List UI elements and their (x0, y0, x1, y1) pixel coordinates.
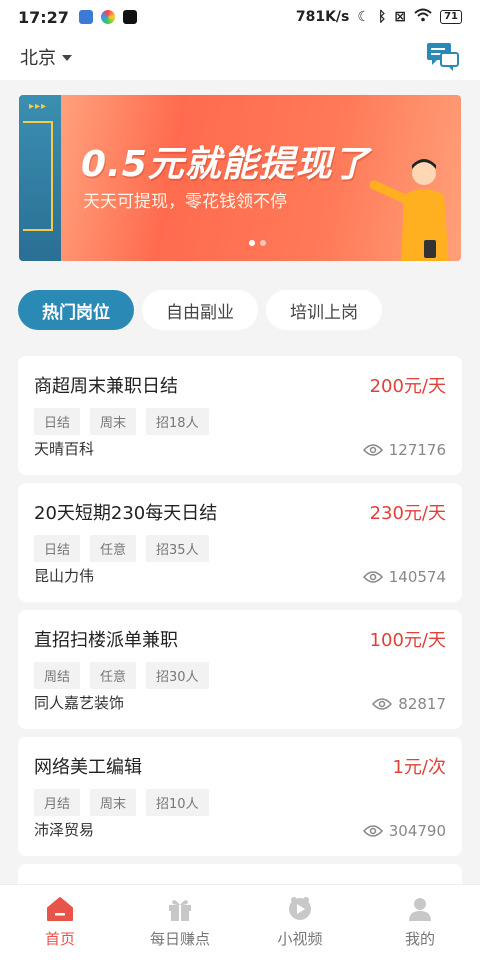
job-tags: 日结 任意 招35人 (34, 535, 446, 562)
category-tabs: 热门岗位 自由副业 培训上岗 (18, 290, 382, 330)
job-views: 304790 (362, 822, 446, 840)
view-count: 127176 (388, 441, 446, 459)
job-company: 沛泽贸易 (34, 821, 95, 839)
job-company: 同人嘉艺装饰 (34, 694, 125, 712)
job-tags: 月结 周末 招10人 (34, 789, 446, 816)
nav-label: 每日赚点 (149, 930, 210, 948)
nav-short-video[interactable]: 小视频 (240, 885, 360, 960)
city-selector[interactable]: 北京 (20, 44, 72, 70)
view-count: 140574 (388, 568, 446, 586)
tab-freelance[interactable]: 自由副业 (142, 290, 258, 330)
tab-training[interactable]: 培训上岗 (266, 290, 382, 330)
job-card[interactable]: 20天短期230每天日结 230元/天 日结 任意 招35人 昆山力伟 1405… (18, 483, 462, 602)
job-pay: 100元/天 (369, 630, 446, 651)
job-title: 网络美工编辑 (34, 757, 142, 778)
banner-pagination (249, 240, 266, 246)
job-views: 127176 (362, 441, 446, 459)
nav-home[interactable]: 首页 (0, 885, 120, 960)
job-company: 天晴百科 (34, 440, 95, 458)
person-illustration-icon (369, 159, 449, 261)
job-list: 商超周末兼职日结 200元/天 日结 周末 招18人 天晴百科 127176 2… (18, 356, 462, 902)
video-icon (289, 897, 311, 920)
nav-profile[interactable]: 我的 (360, 885, 480, 960)
job-tags: 周结 任意 招30人 (34, 662, 446, 689)
nav-daily-earn[interactable]: 每日赚点 (120, 885, 240, 960)
message-icon[interactable] (426, 41, 460, 73)
wifi-icon (414, 8, 432, 26)
user-icon (409, 898, 431, 921)
view-count: 304790 (388, 822, 446, 840)
eye-icon (362, 825, 383, 837)
pagination-dot[interactable] (249, 240, 255, 246)
nav-label: 首页 (44, 930, 75, 948)
city-label: 北京 (20, 48, 56, 69)
job-tag: 月结 (34, 789, 81, 816)
status-bar: 17:27 781K/s ☾ ᛒ ⊠ 71 (0, 0, 480, 34)
banner-title: 0.5元就能提现了 (81, 144, 370, 185)
job-tag: 任意 (90, 662, 137, 689)
gift-icon (169, 900, 191, 921)
arrows-icon: ▸▸▸ (29, 101, 48, 112)
tab-hot-jobs[interactable]: 热门岗位 (18, 290, 134, 330)
moon-icon: ☾ (357, 9, 370, 25)
banner-frame (23, 121, 53, 231)
banner-prev-slide: ▸▸▸ (19, 95, 61, 261)
job-views: 82817 (372, 695, 446, 713)
eye-icon (362, 571, 383, 583)
job-tag: 招30人 (146, 662, 209, 689)
header: 北京 (0, 34, 480, 80)
app-notification-icon (78, 10, 93, 24)
job-card[interactable]: 商超周末兼职日结 200元/天 日结 周末 招18人 天晴百科 127176 (18, 356, 462, 475)
job-tag: 周末 (90, 789, 137, 816)
job-pay: 200元/天 (369, 376, 446, 397)
job-pay: 230元/天 (369, 503, 446, 524)
status-time: 17:27 (18, 7, 69, 27)
job-tag: 日结 (34, 535, 81, 562)
bluetooth-icon: ᛒ (377, 9, 387, 25)
job-pay: 1元/次 (392, 757, 446, 778)
sim-icon: ⊠ (394, 9, 407, 25)
job-tag: 招35人 (146, 535, 209, 562)
job-card[interactable]: 网络美工编辑 1元/次 月结 周末 招10人 沛泽贸易 304790 (18, 737, 462, 856)
eye-icon (372, 698, 393, 710)
job-card[interactable]: 直招扫楼派单兼职 100元/天 周结 任意 招30人 同人嘉艺装饰 82817 (18, 610, 462, 729)
network-speed: 781K/s (295, 9, 350, 25)
job-tag: 任意 (90, 535, 137, 562)
nav-label: 我的 (404, 930, 435, 948)
promo-banner[interactable]: ▸▸▸ 0.5元就能提现了 天天可提现，零花钱领不停 (19, 95, 461, 261)
job-tag: 日结 (34, 408, 81, 435)
home-icon (47, 897, 73, 921)
tiktok-icon (122, 10, 137, 24)
battery-icon: 71 (440, 10, 462, 24)
view-count: 82817 (398, 695, 446, 713)
app-notification-icon (100, 10, 115, 24)
job-tag: 周结 (34, 662, 81, 689)
job-views: 140574 (362, 568, 446, 586)
bottom-nav: 首页 每日赚点 小视频 我的 (0, 884, 480, 960)
job-company: 昆山力伟 (34, 567, 95, 585)
nav-label: 小视频 (277, 930, 323, 948)
job-tag: 招18人 (146, 408, 209, 435)
job-tag: 周末 (90, 408, 137, 435)
eye-icon (362, 444, 383, 456)
job-tag: 招10人 (146, 789, 209, 816)
job-tags: 日结 周末 招18人 (34, 408, 446, 435)
caret-down-icon (62, 55, 72, 61)
banner-subtitle: 天天可提现，零花钱领不停 (83, 192, 287, 212)
pagination-dot[interactable] (260, 240, 266, 246)
